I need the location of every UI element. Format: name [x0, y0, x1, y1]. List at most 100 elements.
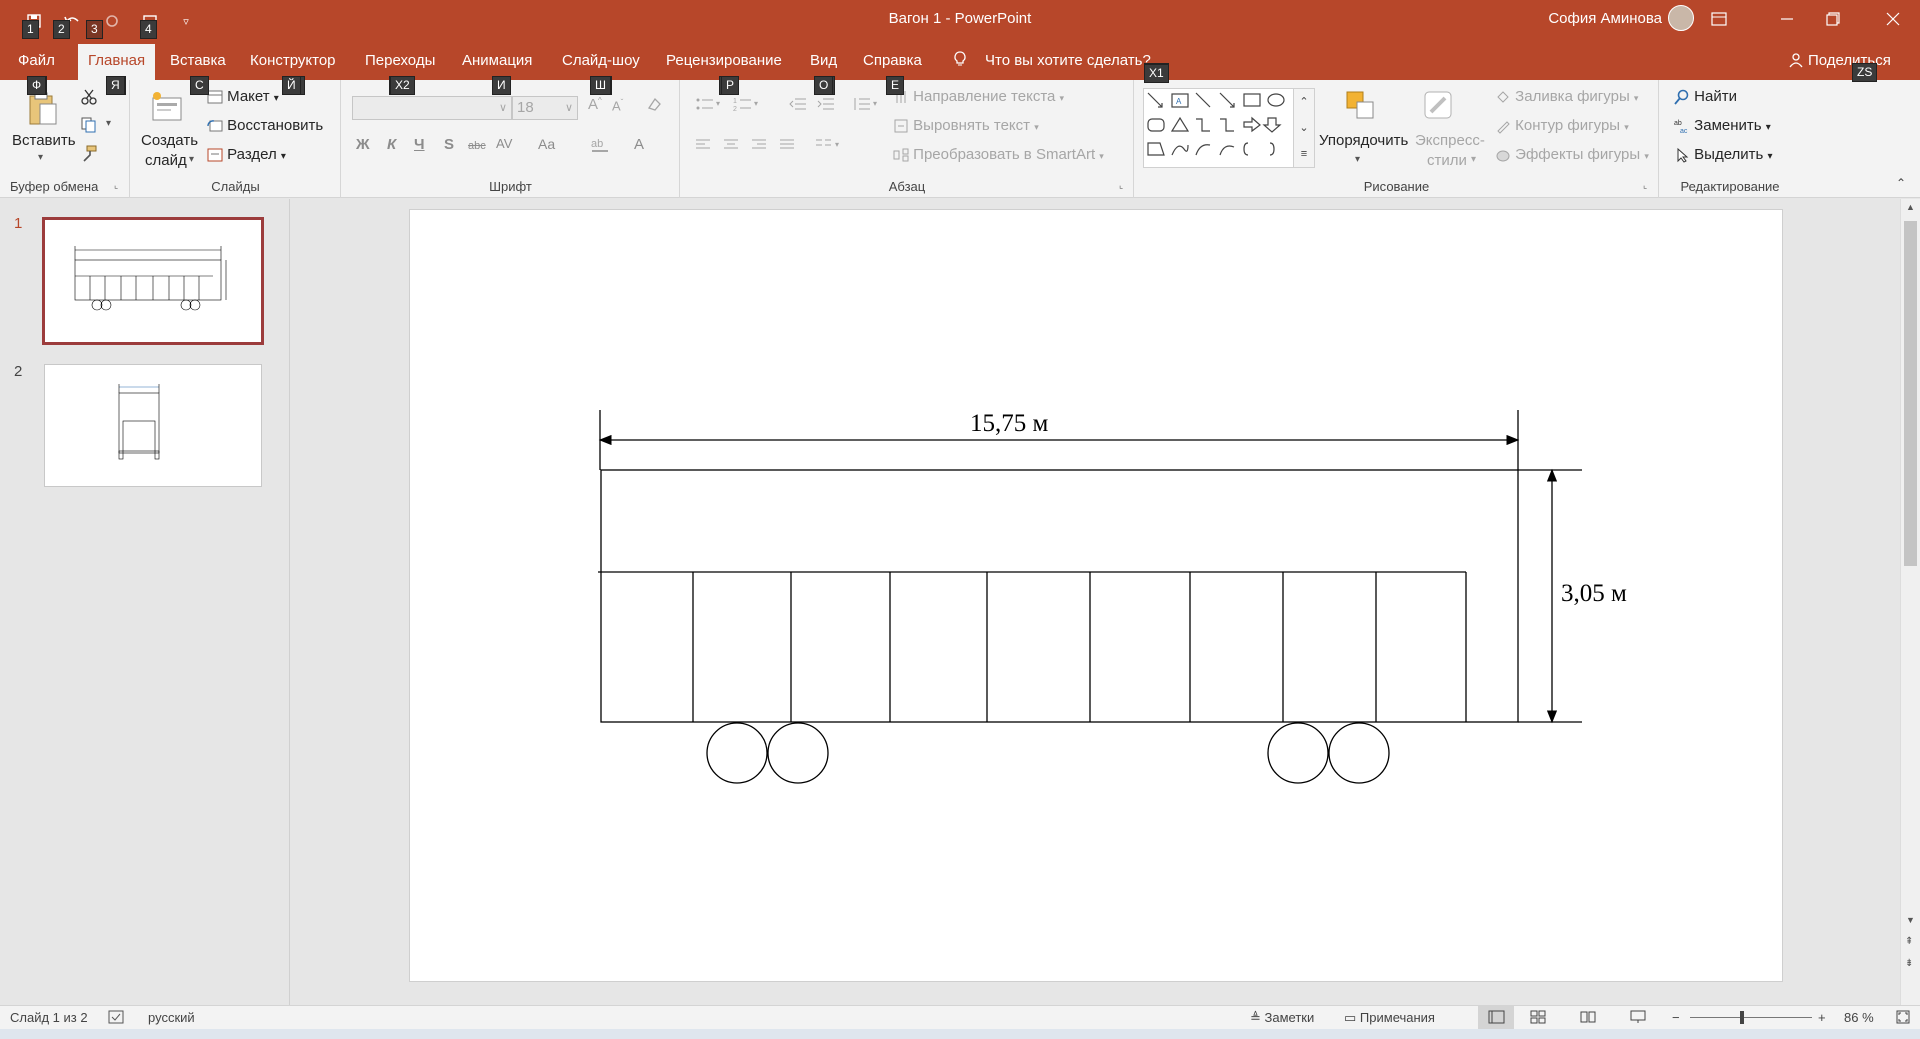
cut-icon[interactable] [80, 88, 98, 110]
tab-home[interactable]: Главная [78, 44, 156, 80]
increase-indent-icon[interactable] [817, 96, 835, 116]
notes-button[interactable]: ≜ Заметки [1250, 1010, 1314, 1026]
quick-styles-label[interactable]: Экспресс- [1415, 132, 1485, 149]
scrollbar-thumb[interactable] [1904, 221, 1917, 566]
layout-button[interactable]: Макет ▾ [207, 88, 279, 105]
avatar[interactable] [1668, 5, 1694, 31]
character-spacing-button[interactable]: AV [496, 136, 512, 151]
grow-font-icon[interactable]: A^ [588, 96, 602, 113]
arrange-button[interactable]: Упорядочить [1319, 132, 1408, 149]
chevron-down-icon[interactable]: ▾ [38, 152, 43, 163]
fit-to-window-icon[interactable] [1896, 1010, 1910, 1027]
new-slide-icon[interactable] [149, 90, 185, 126]
numbering-icon[interactable]: 1 2 ▾ [733, 96, 769, 116]
paste-icon[interactable] [24, 90, 60, 126]
slide-canvas[interactable]: 15,75 м 3,05 м [409, 209, 1783, 982]
clear-formatting-icon[interactable] [646, 96, 662, 116]
zoom-out-icon[interactable]: − [1672, 1010, 1680, 1025]
align-right-icon[interactable] [751, 138, 767, 156]
decrease-indent-icon[interactable] [789, 96, 807, 116]
dialog-launcher-icon[interactable]: ⌞ [1119, 180, 1123, 191]
height-label[interactable]: 3,05 м [1561, 580, 1627, 608]
length-label[interactable]: 15,75 м [970, 410, 1048, 438]
line-spacing-icon[interactable]: ▾ [853, 96, 881, 116]
change-case-button[interactable]: Aa [538, 136, 555, 152]
collapse-ribbon-icon[interactable]: ⌃ [1896, 176, 1906, 190]
italic-button[interactable]: К [387, 136, 396, 153]
car-body[interactable] [600, 469, 1519, 723]
tab-review[interactable]: Рецензирование [656, 44, 792, 80]
underline-button[interactable]: Ч [414, 136, 425, 153]
dialog-launcher-icon[interactable]: ⌞ [114, 180, 118, 191]
align-text-button[interactable]: Выровнять текст ▾ [893, 117, 1039, 134]
zoom-in-icon[interactable]: + [1818, 1010, 1826, 1025]
quick-styles-label[interactable]: стили [1427, 152, 1467, 169]
font-size-select[interactable]: 18 ∨ [512, 96, 578, 120]
wheel[interactable] [706, 722, 768, 784]
text-direction-button[interactable]: Направление текста ▾ [893, 88, 1064, 105]
shape-outline-button[interactable]: Контур фигуры ▾ [1495, 117, 1629, 134]
highlight-icon[interactable]: ab [590, 136, 610, 158]
strikethrough-button[interactable]: abc [468, 140, 486, 152]
shapes-gallery[interactable]: A [1143, 88, 1315, 168]
language-indicator[interactable]: русский [148, 1010, 195, 1025]
paste-button[interactable]: Вставить [12, 132, 76, 149]
previous-slide-icon[interactable]: ⇞ [1905, 937, 1913, 947]
zoom-slider[interactable] [1690, 1017, 1812, 1018]
vertical-scrollbar[interactable]: ▲ ▼ ⇞ ⇟ [1900, 199, 1920, 1005]
tab-view[interactable]: Вид [800, 44, 847, 80]
comments-button[interactable]: ▭ Примечания [1344, 1010, 1435, 1026]
wheel[interactable] [1328, 722, 1390, 784]
columns-icon[interactable]: ▾ [815, 138, 843, 156]
font-color-button[interactable]: A [634, 136, 644, 153]
share-button[interactable]: Поделиться [1798, 44, 1901, 80]
chevron-down-icon[interactable]: ▾ [1355, 154, 1360, 165]
tab-slideshow[interactable]: Слайд-шоу [552, 44, 650, 80]
bold-button[interactable]: Ж [356, 136, 370, 153]
zoom-level[interactable]: 86 % [1844, 1010, 1874, 1025]
bullets-icon[interactable]: ▾ [695, 96, 723, 116]
tab-animations[interactable]: Анимация [452, 44, 542, 80]
select-button[interactable]: Выделить ▾ [1674, 146, 1773, 163]
reading-view-icon[interactable] [1580, 1010, 1596, 1027]
copy-icon[interactable] [80, 116, 98, 138]
tab-design[interactable]: Конструктор [240, 44, 346, 80]
next-slide-icon[interactable]: ⇟ [1905, 959, 1913, 969]
reset-button[interactable]: Восстановить [207, 117, 323, 134]
slide-thumbnail-1[interactable] [42, 217, 264, 345]
restore-icon[interactable] [1810, 0, 1856, 38]
chevron-down-icon[interactable]: ▾ [106, 118, 111, 129]
section-button[interactable]: Раздел ▾ [207, 146, 286, 163]
slideshow-view-icon[interactable] [1630, 1010, 1646, 1027]
zoom-slider-thumb[interactable] [1740, 1011, 1744, 1024]
slide-thumbnail-2[interactable] [44, 364, 262, 487]
shape-effects-button[interactable]: Эффекты фигуры ▾ [1495, 146, 1649, 163]
wheel[interactable] [1267, 722, 1329, 784]
user-name[interactable]: София Аминова [1548, 10, 1662, 27]
new-slide-label[interactable]: слайд [145, 152, 187, 169]
justify-icon[interactable] [779, 138, 795, 156]
dialog-launcher-icon[interactable]: ⌞ [1643, 180, 1647, 191]
minimize-icon[interactable] [1764, 0, 1810, 38]
normal-view-icon[interactable] [1478, 1006, 1514, 1029]
arrange-icon[interactable] [1343, 88, 1379, 124]
gallery-scroll[interactable]: ⌃ ⌄ ≡ [1293, 88, 1315, 168]
replace-button[interactable]: ab ac Заменить ▾ [1674, 117, 1771, 135]
tab-insert[interactable]: Вставка [160, 44, 236, 80]
shape-fill-button[interactable]: Заливка фигуры ▾ [1495, 88, 1638, 105]
shrink-font-icon[interactable]: Aˇ [612, 98, 623, 113]
font-name-select[interactable]: ∨ [352, 96, 512, 120]
format-painter-icon[interactable] [80, 144, 98, 166]
chevron-down-icon[interactable]: ▾ [1471, 154, 1476, 165]
tab-file[interactable]: Файл [8, 44, 65, 80]
align-left-icon[interactable] [695, 138, 711, 156]
scroll-down-icon[interactable]: ▼ [1906, 915, 1915, 925]
tell-me-search[interactable]: Что вы хотите сделать? [975, 44, 1161, 80]
align-center-icon[interactable] [723, 138, 739, 156]
tab-help[interactable]: Справка [853, 44, 932, 80]
new-slide-label[interactable]: Создать [141, 132, 198, 149]
slide-sorter-icon[interactable] [1530, 1010, 1546, 1027]
tab-transitions[interactable]: Переходы [355, 44, 445, 80]
spellcheck-icon[interactable] [108, 1010, 124, 1027]
scroll-up-icon[interactable]: ▲ [1906, 202, 1915, 212]
